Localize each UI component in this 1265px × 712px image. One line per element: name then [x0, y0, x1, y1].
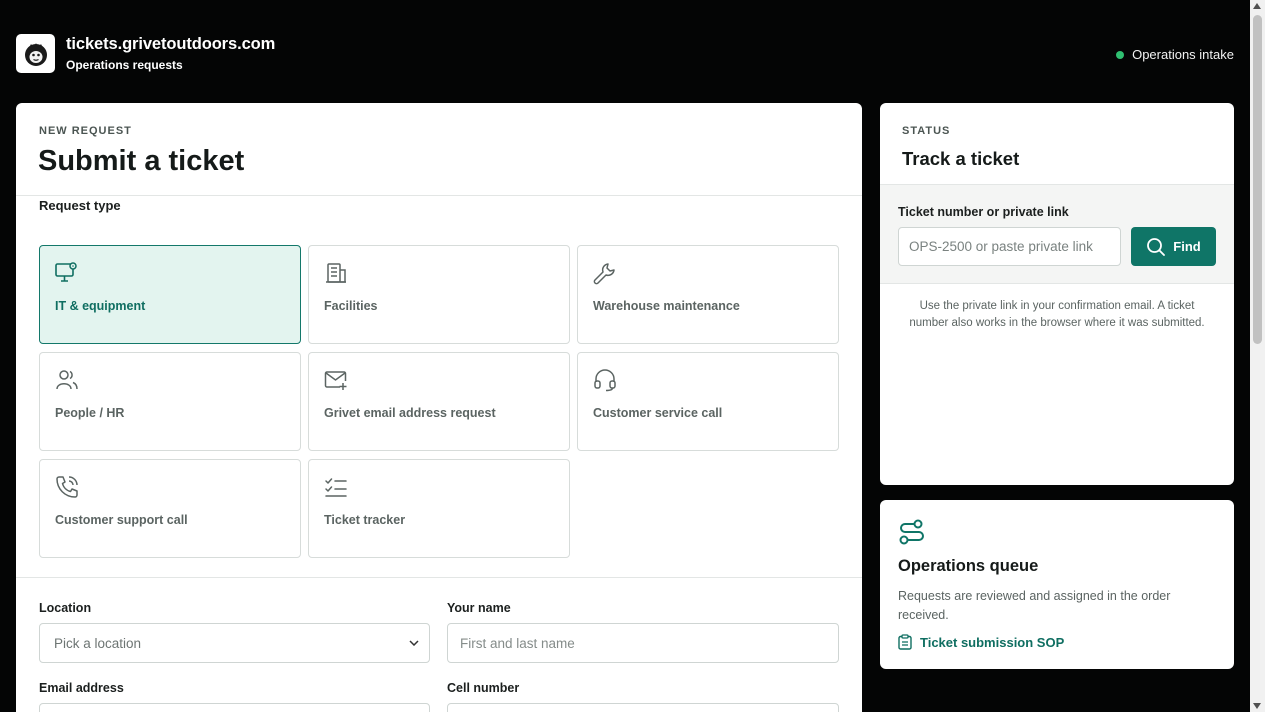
- request-type-warehouse-maintenance[interactable]: Warehouse maintenance: [577, 245, 839, 344]
- status-eyebrow: STATUS: [902, 125, 951, 137]
- tile-label: Customer support call: [55, 513, 188, 527]
- mail-plus-icon: [324, 371, 347, 390]
- ticket-number-input[interactable]: [898, 227, 1121, 266]
- location-select[interactable]: Pick a location: [39, 623, 430, 663]
- search-icon: [1147, 237, 1166, 256]
- ticket-submission-sop-link[interactable]: Ticket submission SOP: [898, 634, 1064, 650]
- request-type-customer-support-call[interactable]: Customer support call: [39, 459, 301, 558]
- people-icon: [56, 370, 78, 390]
- track-help-text: Use the private link in your confirmatio…: [909, 300, 1205, 329]
- cell-number-label: Cell number: [447, 681, 520, 695]
- operations-queue-card: Operations queue Requests are reviewed a…: [880, 500, 1234, 669]
- request-type-ticket-tracker[interactable]: Ticket tracker: [308, 459, 570, 558]
- scroll-thumb[interactable]: [1253, 15, 1262, 344]
- cell-number-field[interactable]: [447, 703, 839, 712]
- building-icon: [326, 263, 346, 283]
- chevron-down-icon: [409, 640, 419, 646]
- grivet-logo-icon[interactable]: [16, 34, 55, 73]
- request-type-customer-service-call[interactable]: Customer service call: [577, 352, 839, 451]
- request-type-label: Request type: [39, 198, 121, 213]
- submit-ticket-card: NEW REQUEST Submit a ticket Request type…: [16, 103, 862, 712]
- ticket-number-label: Ticket number or private link: [898, 205, 1069, 219]
- email-label: Email address: [39, 681, 124, 695]
- page-scrollbar[interactable]: [1250, 0, 1265, 712]
- operations-queue-title: Operations queue: [898, 557, 1039, 575]
- request-type-email-address[interactable]: Grivet email address request: [308, 352, 570, 451]
- site-header: tickets.grivetoutdoors.com Operations re…: [0, 0, 1250, 103]
- intake-status: Operations intake: [1116, 47, 1234, 62]
- clipboard-icon: [898, 634, 912, 650]
- tile-label: Warehouse maintenance: [593, 299, 740, 313]
- status-dot-icon: [1116, 50, 1125, 59]
- divider: [16, 577, 862, 578]
- track-search-band: Ticket number or private link Find: [880, 184, 1234, 284]
- tile-label: Grivet email address request: [324, 406, 496, 420]
- tile-label: Ticket tracker: [324, 513, 406, 527]
- route-icon: [899, 519, 924, 545]
- page-title: Submit a ticket: [38, 145, 245, 177]
- checklist-icon: [325, 478, 347, 497]
- track-ticket-title: Track a ticket: [902, 148, 1020, 169]
- tile-label: Customer service call: [593, 406, 723, 420]
- monitor-gear-icon: [55, 262, 77, 282]
- track-ticket-card: STATUS Track a ticket Ticket number or p…: [880, 103, 1234, 485]
- your-name-label: Your name: [447, 601, 511, 615]
- phone-call-icon: [56, 476, 78, 498]
- request-type-people-hr[interactable]: People / HR: [39, 352, 301, 451]
- email-field[interactable]: [39, 703, 430, 712]
- tile-label: People / HR: [55, 406, 125, 420]
- find-button[interactable]: Find: [1131, 227, 1216, 266]
- operations-queue-description: Requests are reviewed and assigned in th…: [898, 589, 1171, 622]
- tile-label: Facilities: [324, 299, 378, 313]
- divider: [16, 195, 862, 196]
- intake-status-label: Operations intake: [1132, 47, 1234, 62]
- request-type-facilities[interactable]: Facilities: [308, 245, 570, 344]
- find-button-label: Find: [1173, 239, 1201, 254]
- request-type-it-equipment[interactable]: IT & equipment: [39, 245, 301, 344]
- scroll-up-icon[interactable]: [1253, 3, 1261, 9]
- scroll-down-icon[interactable]: [1253, 703, 1261, 709]
- your-name-input[interactable]: [447, 623, 839, 663]
- headset-icon: [594, 369, 616, 392]
- site-subtitle: Operations requests: [66, 58, 183, 72]
- location-label: Location: [39, 601, 92, 615]
- sop-link-label: Ticket submission SOP: [920, 634, 1065, 650]
- tile-label: IT & equipment: [55, 299, 146, 313]
- wrench-icon: [593, 263, 615, 285]
- site-title[interactable]: tickets.grivetoutdoors.com: [66, 35, 275, 54]
- new-request-eyebrow: NEW REQUEST: [39, 125, 132, 137]
- location-select-value: Pick a location: [54, 635, 142, 651]
